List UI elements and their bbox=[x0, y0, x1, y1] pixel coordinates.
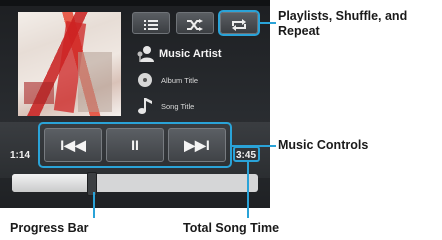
list-icon bbox=[144, 19, 158, 30]
callout-line-controls bbox=[232, 145, 276, 147]
disc-icon bbox=[135, 70, 155, 90]
progress-thumb[interactable] bbox=[86, 172, 97, 196]
repeat-icon bbox=[232, 18, 246, 31]
shuffle-button[interactable] bbox=[176, 12, 214, 34]
pause-button[interactable]: II bbox=[106, 128, 164, 162]
shuffle-icon bbox=[187, 18, 203, 31]
album-art[interactable] bbox=[18, 12, 121, 116]
progress-fill bbox=[12, 174, 91, 192]
playlists-button[interactable] bbox=[132, 12, 170, 34]
artist-name: Music Artist bbox=[159, 48, 222, 60]
previous-button[interactable]: I◀◀ bbox=[44, 128, 102, 162]
song-title: Song Title bbox=[161, 101, 195, 111]
callout-line-total bbox=[247, 162, 249, 218]
artist-row: Music Artist bbox=[135, 44, 222, 64]
skip-previous-icon: I◀◀ bbox=[60, 137, 86, 153]
skip-next-icon: ▶▶I bbox=[184, 137, 210, 153]
music-note-icon bbox=[135, 96, 155, 116]
music-player-screen: Music Artist Album Title Song Title I◀◀ … bbox=[0, 0, 270, 208]
album-row: Album Title bbox=[135, 70, 198, 90]
album-title: Album Title bbox=[161, 75, 199, 85]
progress-bar[interactable] bbox=[12, 174, 258, 192]
callout-music-controls: Music Controls bbox=[278, 138, 369, 152]
status-strip bbox=[0, 0, 270, 6]
callout-progress-bar: Progress Bar bbox=[10, 221, 89, 235]
callout-line-playlists bbox=[258, 22, 276, 24]
callout-playlists-shuffle-repeat: Playlists, Shuffle, and Repeat bbox=[278, 9, 408, 38]
song-row: Song Title bbox=[135, 96, 194, 116]
person-mic-icon bbox=[135, 44, 155, 64]
total-time: 3:45 bbox=[236, 150, 257, 161]
callout-total-song-time: Total Song Time bbox=[183, 221, 280, 235]
elapsed-time: 1:14 bbox=[10, 150, 31, 161]
pause-icon: II bbox=[131, 137, 139, 153]
next-button[interactable]: ▶▶I bbox=[168, 128, 226, 162]
callout-line-progress bbox=[93, 192, 95, 218]
repeat-button[interactable] bbox=[218, 10, 260, 36]
